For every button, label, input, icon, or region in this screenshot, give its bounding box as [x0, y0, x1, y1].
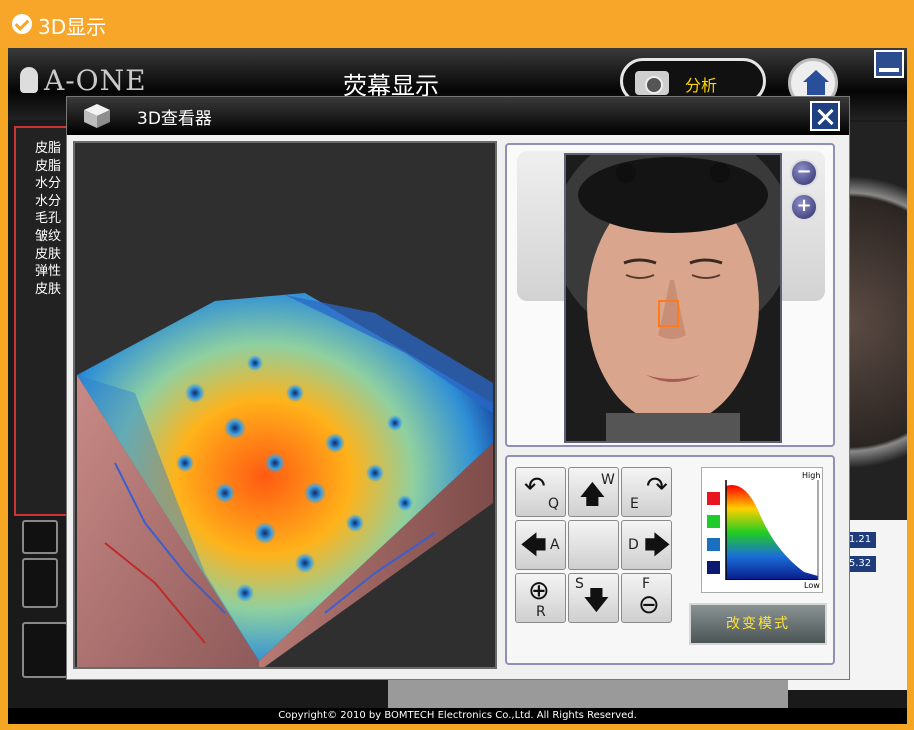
face-image [566, 155, 780, 441]
arrow-right-icon: 🡆 [644, 531, 671, 561]
swatch-red [707, 492, 720, 505]
move-right-d-button[interactable]: 🡆 D [621, 520, 672, 570]
move-up-w-button[interactable]: 🡅 W [568, 467, 619, 517]
surface-3d-view[interactable] [73, 141, 497, 669]
control-panel: ↶ Q 🡅 W ↷ E 🡄 A 🡆 D ⊕ R 🡇 S ⊖ F High Low… [505, 455, 835, 665]
app-logo: A-ONE [20, 64, 147, 97]
compare-tool-button[interactable] [22, 520, 58, 554]
face-photo[interactable] [564, 153, 782, 443]
window-title: 3D显示 [38, 15, 107, 39]
close-button[interactable] [810, 101, 840, 131]
magnifier-plus-icon: ⊕ [528, 576, 550, 606]
minimize-button[interactable] [874, 50, 904, 78]
color-curve [725, 480, 819, 580]
dialog-title: 3D查看器 [137, 109, 212, 129]
measure-item[interactable]: 皮脂 [35, 158, 61, 176]
window-titlebar: 3D显示 [0, 0, 914, 48]
dialog-titlebar: 3D查看器 [67, 97, 849, 135]
center-button[interactable] [568, 520, 619, 570]
move-left-a-button[interactable]: 🡄 A [515, 520, 566, 570]
rotate-right-icon: ↷ [646, 472, 668, 502]
arrow-down-icon: 🡇 [583, 586, 610, 616]
measure-item[interactable]: 毛孔 [35, 210, 61, 228]
swatch-green [707, 515, 720, 528]
zoom-in-button[interactable]: + [790, 193, 818, 221]
measure-item[interactable]: 水分 [35, 193, 61, 211]
navigation-pad: ↶ Q 🡅 W ↷ E 🡄 A 🡆 D ⊕ R 🡇 S ⊖ F [515, 467, 675, 625]
measure-item[interactable]: 水分 [35, 175, 61, 193]
zoom-out-f-button[interactable]: ⊖ F [621, 573, 672, 623]
zoom-out-button[interactable]: − [790, 159, 818, 187]
measure-item[interactable]: 皮脂 [35, 140, 61, 158]
move-down-s-button[interactable]: 🡇 S [568, 573, 619, 623]
zoom-in-r-button[interactable]: ⊕ R [515, 573, 566, 623]
swatch-navy [707, 561, 720, 574]
profile-tool-button[interactable] [22, 558, 58, 608]
measure-item[interactable]: 皮肤 [35, 281, 61, 299]
logo-icon [20, 67, 38, 93]
scale-low-label: Low [804, 581, 820, 590]
height-color-scale: High Low [701, 467, 823, 593]
measure-item[interactable]: 皱纹 [35, 228, 61, 246]
measure-item[interactable]: 弹性 [35, 263, 61, 281]
cube-icon [84, 104, 110, 128]
thumbnail-strip [388, 680, 788, 710]
scale-high-label: High [802, 471, 821, 480]
face-photo-panel: − + [505, 143, 835, 447]
footer-copyright: Copyright© 2010 by BOMTECH Electronics C… [8, 708, 907, 724]
measure-list: 皮脂 皮脂 水分 水分 毛孔 皱纹 皮肤 弹性 皮肤 [35, 140, 61, 298]
background-face-image [848, 122, 907, 522]
layout-tool-button[interactable] [22, 622, 68, 678]
skin-surface-render [77, 293, 493, 667]
viewer-dialog: 3D查看器 − + ↶ Q 🡅 W ↷ E 🡄 A 🡆 D ⊕ R 🡇 S ⊖ … [66, 96, 850, 680]
camera-icon [635, 71, 669, 95]
rotate-right-e-button[interactable]: ↷ E [621, 467, 672, 517]
measure-item[interactable]: 皮肤 [35, 246, 61, 264]
change-mode-button[interactable]: 改变模式 [689, 603, 827, 645]
arrow-left-icon: 🡄 [520, 531, 547, 561]
rotate-left-icon: ↶ [524, 472, 546, 502]
check-circle-icon [12, 14, 32, 34]
logo-text: A-ONE [44, 64, 147, 97]
rotate-left-q-button[interactable]: ↶ Q [515, 467, 566, 517]
magnifier-minus-icon: ⊖ [638, 590, 660, 620]
swatch-blue [707, 538, 720, 551]
analyze-label: 分析 [685, 76, 718, 95]
